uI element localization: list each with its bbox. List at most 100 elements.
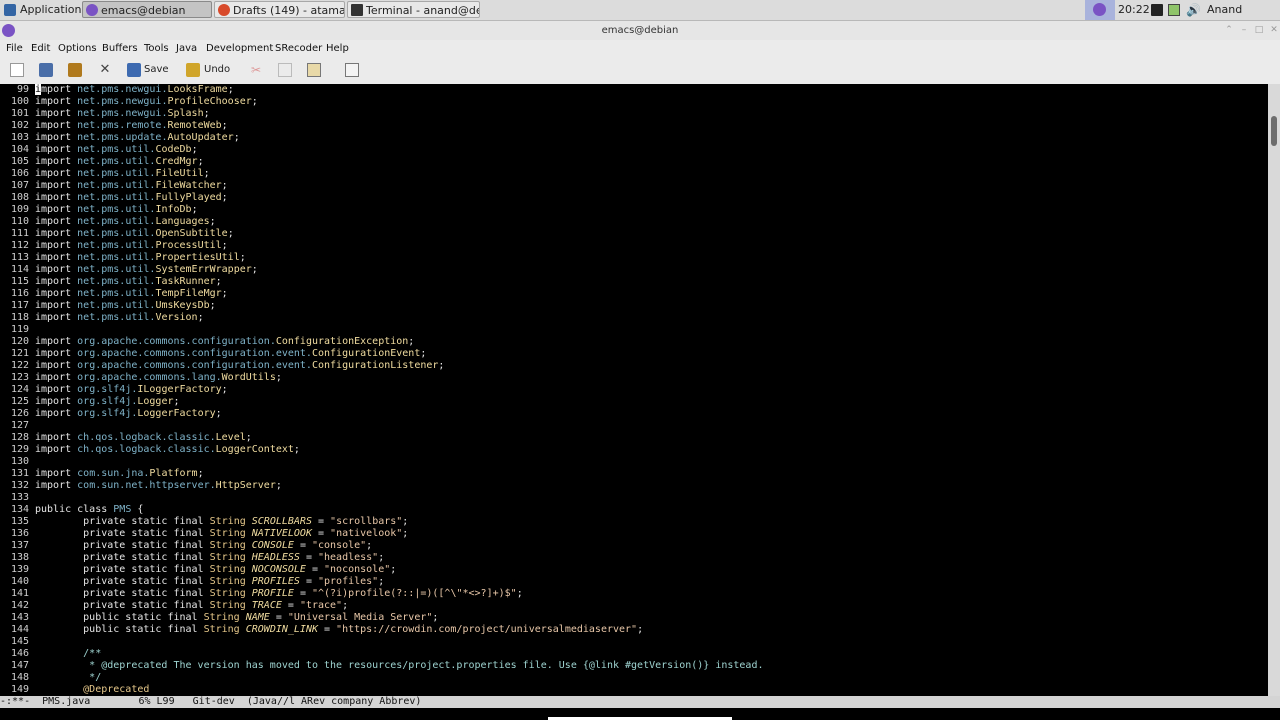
menu-tools[interactable]: Tools (144, 40, 169, 57)
code-line[interactable]: 147 * @deprecated The version has moved … (0, 660, 764, 672)
code-line[interactable]: 120 import org.apache.commons.configurati… (0, 336, 414, 348)
search-button[interactable] (345, 62, 361, 78)
code-line[interactable]: 133 (0, 492, 35, 504)
code-line[interactable]: 128 import ch.qos.logback.classic.Level; (0, 432, 252, 444)
paste-button[interactable] (307, 62, 323, 78)
save-button[interactable]: Save (127, 62, 169, 78)
code-line[interactable]: 145 (0, 636, 35, 648)
minibuffer[interactable] (0, 708, 1280, 720)
open-file-button[interactable] (39, 62, 55, 78)
code-line[interactable]: 112 import net.pms.util.ProcessUtil; (0, 240, 228, 252)
shade-icon[interactable]: ⌃ (1224, 25, 1234, 35)
code-line[interactable]: 131 import com.sun.jna.Platform; (0, 468, 204, 480)
code-line[interactable]: 117 import net.pms.util.UmsKeysDb; (0, 300, 216, 312)
code-line[interactable]: 148 */ (0, 672, 101, 684)
code-line[interactable]: 113 import net.pms.util.PropertiesUtil; (0, 252, 246, 264)
code-line[interactable]: 122 import org.apache.commons.configurati… (0, 360, 445, 372)
kill-buffer-button[interactable]: ✕ (98, 62, 114, 78)
code-line[interactable]: 101 import net.pms.newgui.Splash; (0, 108, 210, 120)
undo-button[interactable]: Undo (186, 62, 230, 78)
line-number: 111 (10, 228, 29, 239)
task-terminal[interactable]: Terminal - anand@debia... (347, 1, 480, 18)
code-line[interactable]: 125 import org.slf4j.Logger; (0, 396, 180, 408)
code-line[interactable]: 132 import com.sun.net.httpserver.HttpSer… (0, 480, 282, 492)
code-line[interactable]: 99 import net.pms.newgui.LooksFrame; (0, 84, 234, 96)
code-line[interactable]: 134 public class PMS { (0, 504, 143, 516)
code-line[interactable]: 130 (0, 456, 35, 468)
code-line[interactable]: 149 @Deprecated (0, 684, 149, 696)
code-token: import (35, 156, 78, 167)
code-line[interactable]: 144 public static final String CROWDIN_L… (0, 624, 643, 636)
code-line[interactable]: 123 import org.apache.commons.lang.WordUt… (0, 372, 282, 384)
emacs-tray-button[interactable] (1085, 0, 1115, 20)
code-line[interactable]: 129 import ch.qos.logback.classic.LoggerC… (0, 444, 300, 456)
code-line[interactable]: 106 import net.pms.util.FileUtil; (0, 168, 210, 180)
dired-button[interactable] (68, 62, 84, 78)
code-line[interactable]: 137 private static final String CONSOLE … (0, 540, 372, 552)
scrollbar-thumb[interactable] (1271, 116, 1277, 146)
code-token: net.pms.util. (77, 168, 156, 179)
code-line[interactable]: 143 public static final String NAME = "U… (0, 612, 438, 624)
code-line[interactable]: 136 private static final String NATIVELO… (0, 528, 408, 540)
network-icon[interactable] (1151, 4, 1163, 16)
vertical-scrollbar[interactable] (1268, 84, 1280, 696)
code-editor[interactable]: 99 import net.pms.newgui.LooksFrame; 100 im… (0, 84, 1268, 696)
task-emacs[interactable]: emacs@debian (82, 1, 212, 18)
minimize-icon[interactable]: – (1239, 25, 1249, 35)
menu-options[interactable]: Options (58, 40, 97, 57)
code-line[interactable]: 139 private static final String NOCONSOL… (0, 564, 396, 576)
menu-help[interactable]: Help (326, 40, 349, 57)
code-line[interactable]: 108 import net.pms.util.FullyPlayed; (0, 192, 228, 204)
battery-icon[interactable] (1168, 4, 1180, 16)
code-line[interactable]: 109 import net.pms.util.InfoDb; (0, 204, 198, 216)
task-browser[interactable]: Drafts (149) - atamariy... (214, 1, 345, 18)
code-token: String (209, 576, 252, 587)
code-line[interactable]: 138 private static final String HEADLESS… (0, 552, 384, 564)
code-line[interactable]: 100 import net.pms.newgui.ProfileChooser; (0, 96, 258, 108)
code-token: ; (173, 396, 180, 407)
code-token: = (305, 564, 325, 575)
menu-development[interactable]: Development (206, 40, 273, 57)
volume-icon[interactable]: 🔊 (1186, 4, 1201, 16)
new-file-button[interactable] (10, 62, 26, 78)
menu-srecoder[interactable]: SRecoder (275, 40, 322, 57)
code-token: import (35, 468, 78, 479)
code-line[interactable]: 107 import net.pms.util.FileWatcher; (0, 180, 228, 192)
code-line[interactable]: 105 import net.pms.util.CredMgr; (0, 156, 204, 168)
code-line[interactable]: 115 import net.pms.util.TaskRunner; (0, 276, 222, 288)
code-line[interactable]: 146 /** (0, 648, 101, 660)
code-line[interactable]: 110 import net.pms.util.Languages; (0, 216, 216, 228)
code-token: ; (203, 168, 210, 179)
code-line[interactable]: 104 import net.pms.util.CodeDb; (0, 144, 198, 156)
code-line[interactable]: 121 import org.apache.commons.configurati… (0, 348, 426, 360)
code-line[interactable]: 114 import net.pms.util.SystemErrWrapper; (0, 264, 258, 276)
mode-line[interactable]: -:**- PMS.java 6% L99 Git-dev (Java//l A… (0, 696, 1280, 708)
close-icon[interactable]: ✕ (1269, 25, 1279, 35)
copy-button[interactable] (278, 62, 294, 78)
applications-menu[interactable]: Applications (0, 0, 87, 20)
code-line[interactable]: 135 private static final String SCROLLBA… (0, 516, 408, 528)
code-line[interactable]: 102 import net.pms.remote.RemoteWeb; (0, 120, 228, 132)
code-line[interactable]: 116 import net.pms.util.TempFileMgr; (0, 288, 228, 300)
code-line[interactable]: 140 private static final String PROFILES… (0, 576, 384, 588)
code-line[interactable]: 142 private static final String TRACE = … (0, 600, 348, 612)
menu-file[interactable]: File (6, 40, 23, 57)
cut-button[interactable]: ✂ (249, 62, 265, 78)
menu-buffers[interactable]: Buffers (102, 40, 138, 57)
code-line[interactable]: 111 import net.pms.util.OpenSubtitle; (0, 228, 234, 240)
code-line[interactable]: 141 private static final String PROFILE … (0, 588, 523, 600)
code-line[interactable]: 103 import net.pms.update.AutoUpdater; (0, 132, 240, 144)
maximize-icon[interactable]: □ (1254, 25, 1264, 35)
code-line[interactable]: 126 import org.slf4j.LoggerFactory; (0, 408, 222, 420)
code-line[interactable]: 127 (0, 420, 35, 432)
code-line[interactable]: 119 (0, 324, 35, 336)
window-titlebar[interactable]: emacs@debian ⌃ – □ ✕ (0, 21, 1280, 40)
clock[interactable]: 20:22 (1118, 0, 1150, 20)
code-token: import (35, 480, 78, 491)
menu-java[interactable]: Java (176, 40, 197, 57)
code-line[interactable]: 118 import net.pms.util.Version; (0, 312, 204, 324)
menu-edit[interactable]: Edit (31, 40, 50, 57)
code-line[interactable]: 124 import org.slf4j.ILoggerFactory; (0, 384, 228, 396)
user-name[interactable]: Anand Tamariya (1207, 0, 1280, 36)
code-token: ; (215, 276, 222, 287)
